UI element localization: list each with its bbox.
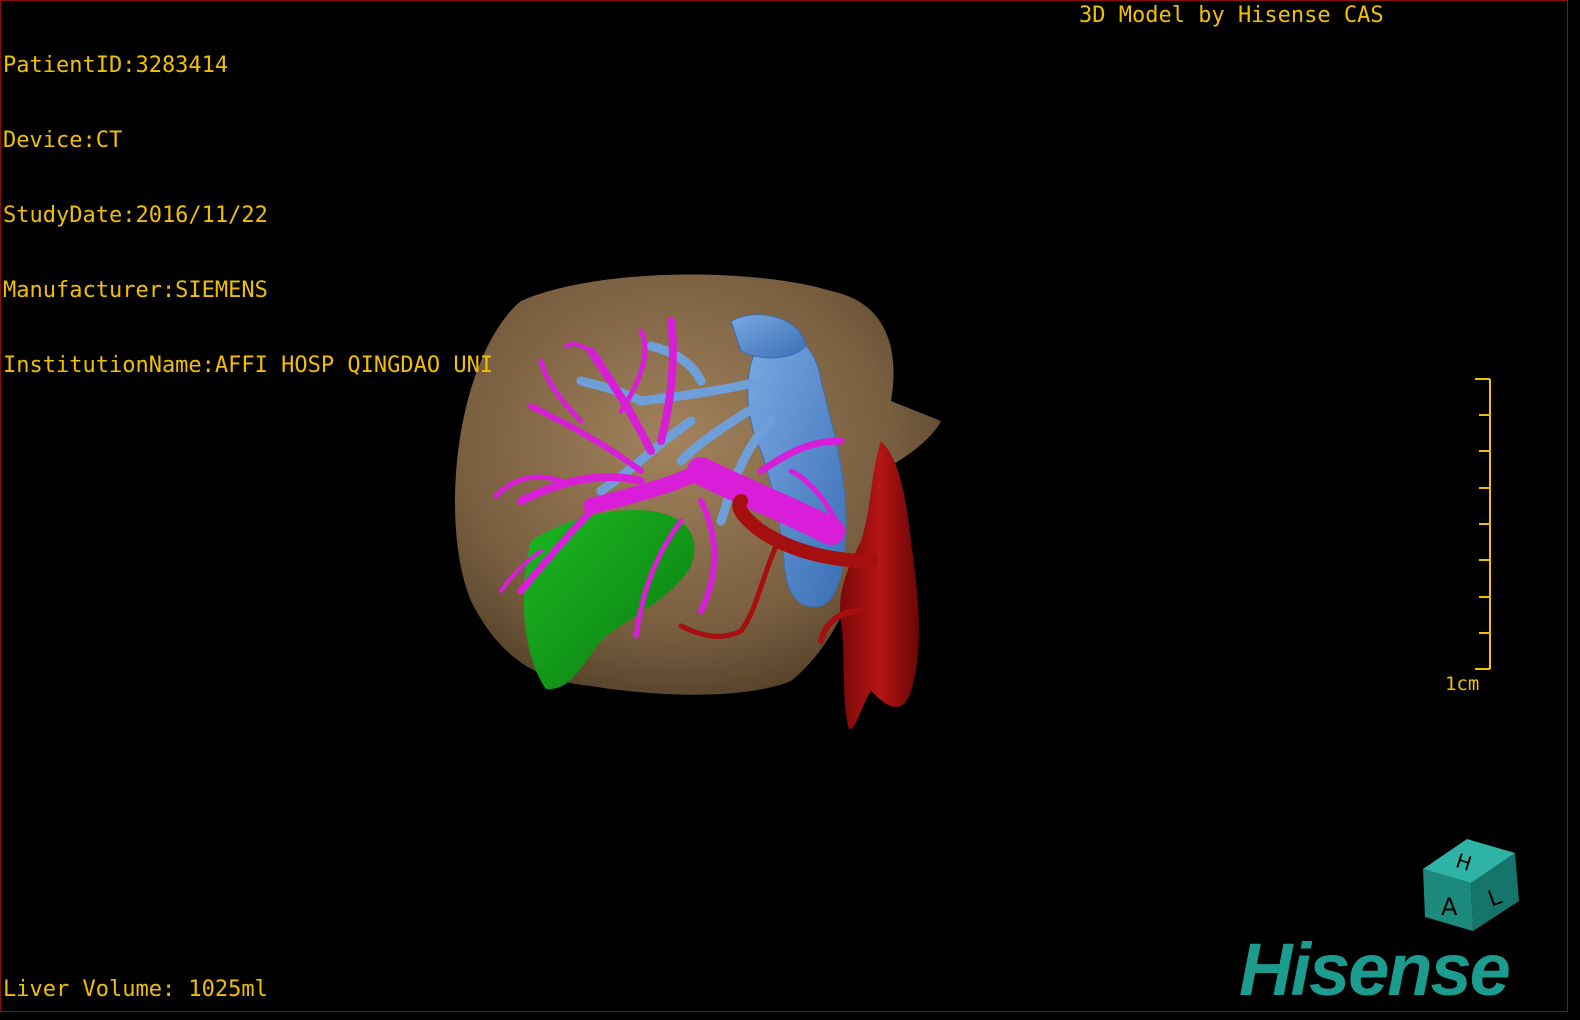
liver-volume: Liver Volume: 1025ml <box>3 977 268 1002</box>
hisense-logo: Hisense <box>1239 928 1511 1011</box>
cube-face-a: A <box>1441 893 1458 921</box>
3d-viewport[interactable]: PatientID:3283414 Device:CT StudyDate:20… <box>0 0 1568 1012</box>
orientation-cube[interactable]: H A L <box>1 1 1567 1011</box>
